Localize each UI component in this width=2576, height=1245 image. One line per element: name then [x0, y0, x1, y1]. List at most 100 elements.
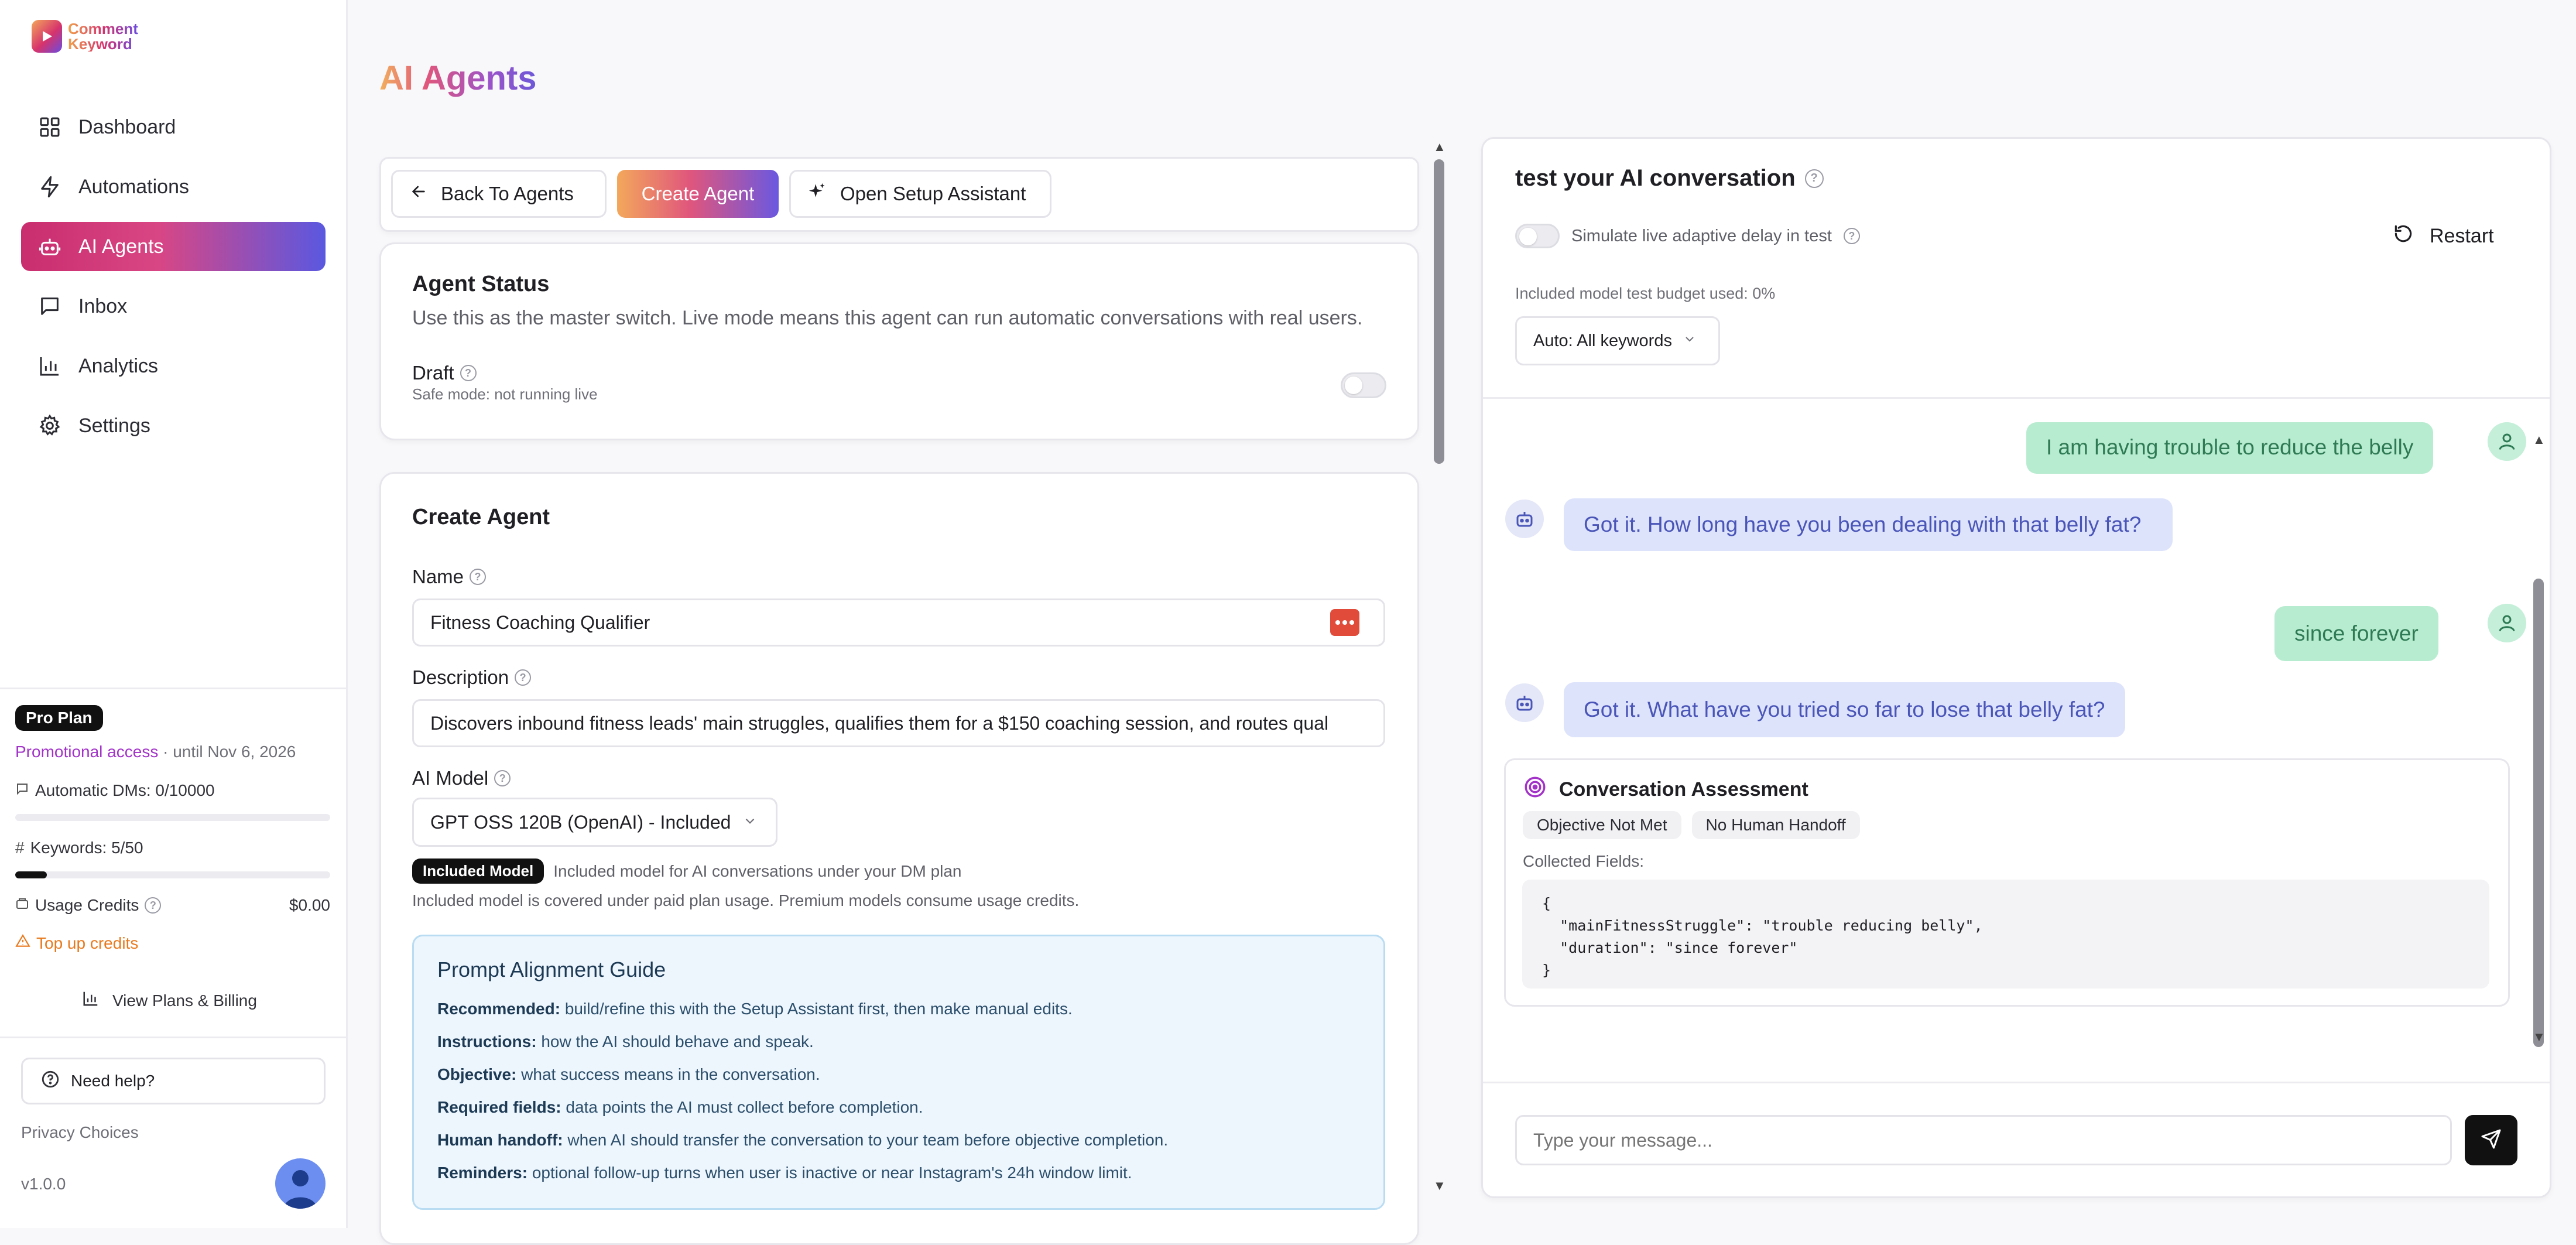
keywords-progress-bar	[15, 871, 330, 878]
sidebar-item-ai-agents[interactable]: AI Agents	[21, 222, 326, 271]
keyword-select[interactable]: Auto: All keywords	[1515, 316, 1720, 365]
sidebar-item-automations[interactable]: Automations	[21, 162, 326, 211]
avatar[interactable]	[275, 1158, 326, 1209]
user-message: I am having trouble to reduce the belly	[2026, 422, 2434, 474]
hash-icon: #	[15, 839, 25, 857]
guide-row: Objective: what success means in the con…	[437, 1058, 1360, 1091]
target-icon	[1523, 775, 1547, 805]
topup-link[interactable]: Top up credits	[15, 933, 138, 953]
description-field[interactable]: Discovers inbound fitness leads' main st…	[412, 699, 1385, 747]
collected-fields-json: { "mainFitnessStruggle": "trouble reduci…	[1522, 880, 2489, 989]
promo-line: Promotional access · until Nov 6, 2026	[15, 743, 296, 761]
send-button[interactable]	[2465, 1115, 2517, 1165]
chat-title-row: test your AI conversation ?	[1515, 165, 1824, 191]
sidebar-item-inbox[interactable]: Inbox	[21, 282, 326, 331]
left-scrollbar-thumb[interactable]	[1434, 159, 1444, 464]
guide-row: Instructions: how the AI should behave a…	[437, 1025, 1360, 1058]
chat-scrollbar-thumb[interactable]	[2533, 579, 2544, 1047]
agent-status-title: Agent Status	[412, 272, 550, 296]
keywords-usage: # Keywords: 5/50	[15, 839, 143, 857]
keyword-select-value: Auto: All keywords	[1533, 331, 1672, 350]
user-avatar-icon	[2488, 422, 2526, 461]
model-select[interactable]: GPT OSS 120B (OpenAI) - Included	[412, 798, 777, 847]
budget-label: Included model test budget used: 0%	[1515, 285, 1776, 302]
status-state: Draft	[412, 362, 454, 384]
restart-label: Restart	[2430, 225, 2494, 247]
chevron-down-icon	[742, 812, 758, 833]
topup-label: Top up credits	[36, 933, 139, 952]
bar-chart-icon	[37, 354, 62, 378]
brand-logo[interactable]: Comment Keyword	[32, 20, 138, 53]
guide-row-key: Human handoff:	[437, 1131, 563, 1149]
message-icon	[15, 781, 29, 800]
assessment-pills: Objective Not Met No Human Handoff	[1523, 811, 1871, 839]
status-badge: No Human Handoff	[1691, 811, 1860, 839]
simulate-delay-toggle[interactable]	[1515, 224, 1560, 248]
guide-row: Recommended: build/refine this with the …	[437, 993, 1360, 1025]
create-agent-button[interactable]: Create Agent	[617, 170, 779, 218]
chat-scroll-up-arrow[interactable]: ▲	[2533, 432, 2546, 447]
description-value: Discovers inbound fitness leads' main st…	[430, 712, 1329, 734]
prompt-alignment-guide: Prompt Alignment Guide Recommended: buil…	[412, 935, 1385, 1210]
scroll-down-arrow[interactable]: ▼	[1433, 1178, 1446, 1193]
page-title: AI Agents	[379, 59, 537, 98]
need-help-button[interactable]: Need help?	[21, 1058, 326, 1104]
guide-title: Prompt Alignment Guide	[437, 957, 666, 981]
guide-row: Required fields: data points the AI must…	[437, 1091, 1360, 1124]
send-icon	[2481, 1128, 2502, 1152]
sidebar: Comment Keyword Dashboard Automations AI…	[0, 0, 348, 1228]
live-mode-toggle[interactable]	[1341, 372, 1386, 398]
help-icon[interactable]: ?	[515, 669, 532, 686]
billing-label: View Plans & Billing	[112, 991, 257, 1010]
back-to-agents-button[interactable]: Back To Agents	[391, 170, 607, 218]
included-model-text: Included model for AI conversations unde…	[553, 861, 962, 880]
user-avatar-icon	[2488, 604, 2526, 642]
privacy-link[interactable]: Privacy Choices	[21, 1123, 139, 1142]
bot-message: Got it. What have you tried so far to lo…	[1564, 682, 2125, 737]
dms-label: Automatic DMs: 0/10000	[35, 781, 215, 799]
promo-link[interactable]: Promotional access	[15, 743, 158, 761]
collected-fields-label: Collected Fields:	[1523, 852, 1644, 870]
model-label-row: AI Model ?	[412, 767, 511, 789]
guide-row-text: data points the AI must collect before c…	[561, 1098, 923, 1116]
guide-row-key: Instructions:	[437, 1032, 537, 1051]
help-icon[interactable]: ?	[470, 569, 487, 585]
sidebar-item-dashboard[interactable]: Dashboard	[21, 102, 326, 152]
restart-button[interactable]: Restart	[2392, 223, 2494, 250]
sidebar-item-label: AI Agents	[78, 235, 164, 258]
guide-row-text: build/refine this with the Setup Assista…	[560, 1000, 1073, 1018]
help-icon[interactable]: ?	[1843, 228, 1860, 244]
guide-row: Human handoff: when AI should transfer t…	[437, 1124, 1360, 1157]
sparkles-icon	[807, 182, 827, 206]
scroll-up-arrow[interactable]: ▲	[1433, 139, 1446, 155]
robot-icon	[37, 234, 62, 259]
chat-title: test your AI conversation	[1515, 165, 1796, 191]
sidebar-item-label: Settings	[78, 414, 150, 437]
help-icon[interactable]: ?	[494, 770, 511, 786]
sidebar-item-label: Dashboard	[78, 115, 176, 138]
model-label: AI Model	[412, 767, 489, 789]
need-help-label: Need help?	[71, 1072, 155, 1090]
name-label-row: Name ?	[412, 566, 487, 588]
back-label: Back To Agents	[441, 183, 574, 204]
guide-row-key: Required fields:	[437, 1098, 561, 1116]
help-icon[interactable]: ?	[460, 365, 477, 381]
keywords-label: Keywords: 5/50	[30, 839, 143, 857]
name-field[interactable]: Fitness Coaching Qualifier	[412, 598, 1385, 647]
brand-name-line1: Comment	[68, 20, 138, 37]
billing-link[interactable]: View Plans & Billing	[82, 990, 257, 1011]
sidebar-item-settings[interactable]: Settings	[21, 401, 326, 450]
password-manager-icon[interactable]	[1330, 609, 1359, 636]
open-setup-assistant-button[interactable]: Open Setup Assistant	[789, 170, 1051, 218]
name-value: Fitness Coaching Qualifier	[430, 611, 650, 633]
help-icon[interactable]: ?	[145, 897, 162, 914]
guide-row-text: what success means in the conversation.	[516, 1065, 820, 1083]
credits-value: $0.00	[289, 896, 330, 914]
bot-avatar-icon	[1505, 500, 1544, 538]
model-value: GPT OSS 120B (OpenAI) - Included	[430, 811, 731, 833]
sidebar-item-analytics[interactable]: Analytics	[21, 341, 326, 391]
help-icon[interactable]: ?	[1804, 169, 1824, 188]
divider	[0, 1037, 348, 1038]
chat-scroll-down-arrow[interactable]: ▼	[2533, 1029, 2546, 1045]
message-input[interactable]	[1515, 1115, 2452, 1165]
